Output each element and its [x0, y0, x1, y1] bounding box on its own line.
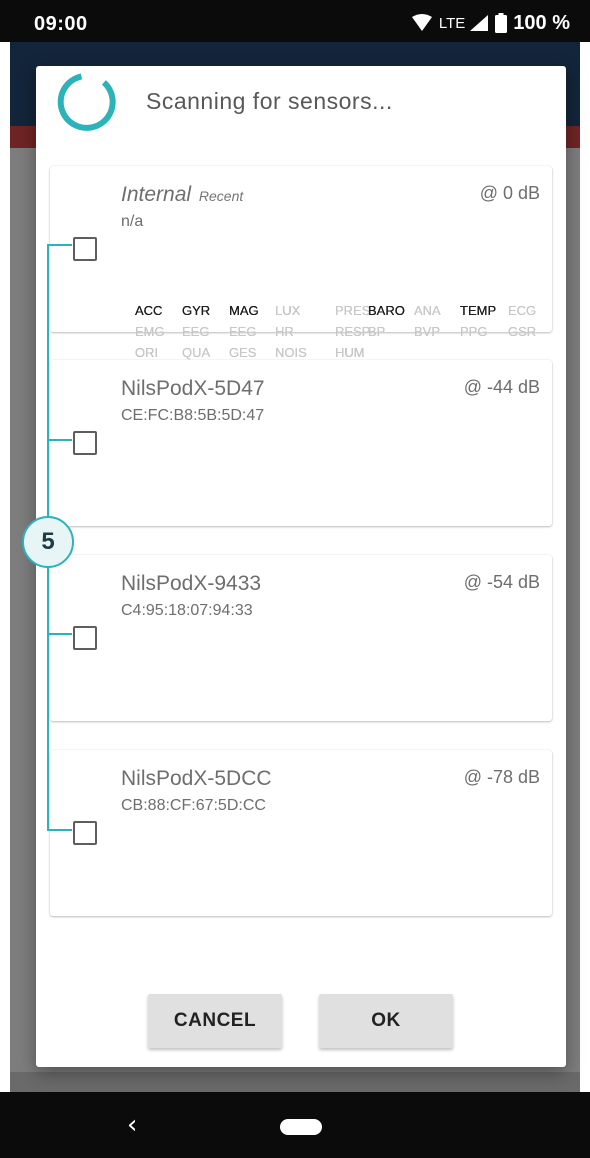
- app-footer: [10, 1072, 580, 1092]
- mac-address: C4:95:18:07:94:33: [121, 602, 253, 619]
- signal-icon: [470, 15, 489, 31]
- sensor-name: NilsPodX-9433: [121, 572, 261, 596]
- home-pill-icon[interactable]: [280, 1119, 322, 1135]
- annotation-badge: 5: [22, 516, 74, 568]
- cancel-button[interactable]: CANCEL: [148, 994, 282, 1048]
- battery-level: 100 %: [513, 11, 570, 34]
- sensor-capability-label: LUX: [275, 303, 301, 318]
- navigation-bar: ‹: [0, 1092, 590, 1158]
- sensor-name-text: NilsPodX-5DCC: [121, 767, 272, 790]
- signal-strength: @ -44 dB: [463, 377, 540, 397]
- sensor-capability-label: EEG: [182, 324, 210, 339]
- sensor-capability-label: GSR: [508, 324, 537, 339]
- sensor-capability-label: GYR: [182, 303, 211, 318]
- sensor-checkbox[interactable]: [73, 626, 97, 650]
- status-bar: 09:00 LTE 100 %: [0, 0, 590, 42]
- sensor-name: NilsPodX-5D47: [121, 377, 265, 401]
- mac-address: CB:88:CF:67:5D:CC: [121, 797, 266, 814]
- sensor-capability-label: QUA: [182, 345, 211, 360]
- sensor-card[interactable]: NilsPodX-5D47 @ -44 dB CE:FC:B8:5B:5D:47 AC…: [50, 303, 552, 526]
- sensor-capability-label: EEG: [229, 324, 257, 339]
- sensor-capability-label: RESP: [335, 324, 371, 339]
- sensor-capability-label: ECG: [508, 303, 537, 318]
- signal-strength: @ -78 dB: [463, 767, 540, 787]
- status-icons: LTE 100 %: [411, 12, 570, 34]
- sensor-capability-label: ACC: [135, 303, 163, 318]
- sensor-capability-label: ANA: [414, 303, 441, 318]
- sensor-capability-label: BVP: [414, 324, 441, 339]
- sensor-capability-label: GES: [229, 345, 257, 360]
- mac-address: CE:FC:B8:5B:5D:47: [121, 407, 265, 424]
- status-time: 09:00: [34, 13, 88, 35]
- sensor-scan-dialog: Scanning for sensors... Internal Recent @…: [36, 66, 566, 1067]
- sensor-capability-label: TEMP: [460, 303, 497, 318]
- sensor-capability-label: HUM: [335, 345, 365, 360]
- sensor-capability-label: BARO: [368, 303, 405, 318]
- progress-spinner-icon: [57, 73, 116, 131]
- sensor-checkbox[interactable]: [73, 821, 97, 845]
- sensor-capability-label: MAG: [229, 303, 259, 318]
- mac-address: n/a: [121, 213, 144, 230]
- sensor-capability-label: PRES: [335, 303, 371, 318]
- dialog-title: Scanning for sensors...: [146, 88, 393, 114]
- sensor-card[interactable]: NilsPodX-9433 @ -54 dB C4:95:18:07:94:33 AC…: [50, 303, 552, 721]
- sensor-name-text: Internal: [121, 183, 192, 206]
- signal-strength: @ 0 dB: [479, 183, 540, 203]
- sensor-card[interactable]: NilsPodX-5DCC @ -78 dB CB:88:CF:67:5D:CC AC…: [50, 303, 552, 916]
- wifi-icon: [411, 14, 432, 31]
- sensor-checkbox[interactable]: [73, 431, 97, 455]
- back-icon[interactable]: ‹: [127, 1110, 137, 1140]
- sensor-name-text: NilsPodX-9433: [121, 572, 262, 595]
- ok-button[interactable]: OK: [319, 994, 453, 1048]
- signal-strength: @ -54 dB: [463, 572, 540, 592]
- sensor-name: NilsPodX-5DCC: [121, 767, 272, 791]
- sensor-capability-label: HR: [275, 324, 294, 339]
- sensor-name-text: NilsPodX-5D47: [121, 377, 265, 400]
- sensor-capability-label: EMG: [135, 324, 165, 339]
- battery-icon: [495, 13, 508, 33]
- sensor-capability-label: BP: [368, 324, 386, 339]
- sensor-capability-label: ORI: [135, 345, 159, 360]
- recent-label: Recent: [198, 188, 244, 204]
- sensor-capability-label: PPG: [460, 324, 488, 339]
- network-type: LTE: [438, 14, 466, 32]
- sensor-capability-label: NOIS: [275, 345, 307, 360]
- sensor-checkbox[interactable]: [73, 237, 97, 261]
- sensor-name: Internal Recent: [121, 183, 243, 207]
